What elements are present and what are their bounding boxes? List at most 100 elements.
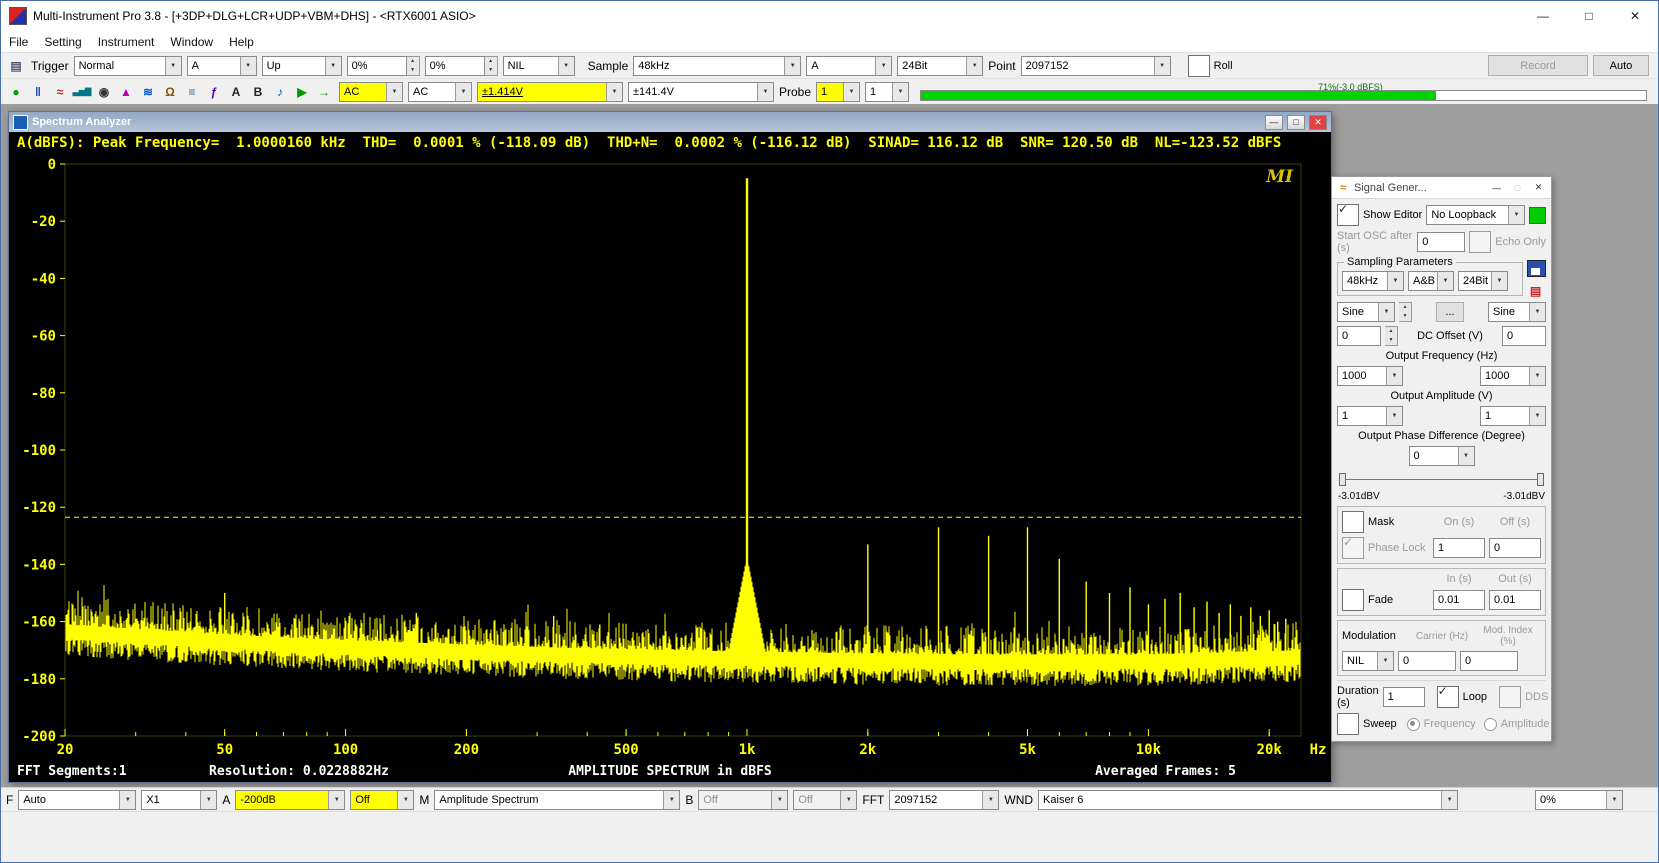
- frequency-a-select[interactable]: 1000▼: [1337, 366, 1403, 386]
- trigger-level-stepper[interactable]: 0%▲▼: [347, 56, 420, 76]
- auto-button[interactable]: Auto: [1593, 55, 1649, 76]
- sample-rate-select[interactable]: 48kHz▼: [633, 56, 801, 76]
- oscilloscope-icon[interactable]: ≈: [50, 82, 70, 102]
- show-editor-checkbox[interactable]: Show Editor: [1337, 204, 1422, 226]
- title-bar[interactable]: Multi-Instrument Pro 3.8 - [+3DP+DLG+LCR…: [1, 1, 1658, 31]
- overlap-select[interactable]: 0%▼: [1535, 790, 1623, 810]
- sound-output-icon[interactable]: ♪: [270, 82, 290, 102]
- sample-bits-select[interactable]: 24Bit▼: [897, 56, 983, 76]
- spinner-icon[interactable]: ▲▼: [485, 56, 498, 76]
- wave-b-select[interactable]: Sine▼: [1488, 302, 1546, 322]
- b-mode-select[interactable]: Off▼: [793, 790, 857, 810]
- mask-on-input[interactable]: 1: [1433, 538, 1485, 558]
- trigger-edge-select[interactable]: Up▼: [262, 56, 342, 76]
- derived-data-curve-icon[interactable]: ƒ: [204, 82, 224, 102]
- slider-thumb-b[interactable]: [1537, 473, 1544, 486]
- minimize-icon[interactable]: —: [1488, 180, 1505, 195]
- fade-in-input[interactable]: 0.01: [1433, 590, 1485, 610]
- fade-checkbox[interactable]: Fade: [1342, 589, 1429, 611]
- data-logger-icon[interactable]: ≋: [138, 82, 158, 102]
- slider-thumb-a[interactable]: [1339, 473, 1346, 486]
- save-icon[interactable]: [1527, 260, 1546, 277]
- label-a-icon[interactable]: A: [226, 82, 246, 102]
- device-test-plan-icon[interactable]: ≡: [182, 82, 202, 102]
- amplitude-slider[interactable]: [1339, 472, 1544, 487]
- channel-b-range-select[interactable]: ±141.4V▼: [628, 82, 774, 102]
- main-display-select[interactable]: Amplitude Spectrum▼: [434, 790, 680, 810]
- menu-window[interactable]: Window: [162, 33, 221, 51]
- dc-offset-a-input[interactable]: 0: [1337, 326, 1381, 346]
- amplitude-a-select[interactable]: 1▼: [1337, 406, 1403, 426]
- mod-index-input[interactable]: 0: [1460, 651, 1518, 671]
- minimize-icon[interactable]: —: [1520, 1, 1566, 31]
- mask-off-input[interactable]: 0: [1489, 538, 1541, 558]
- label-b-icon[interactable]: B: [248, 82, 268, 102]
- spectrum-analyzer-icon[interactable]: ▃▅▇: [72, 82, 92, 102]
- close-icon[interactable]: ✕: [1612, 1, 1658, 31]
- sample-points-select[interactable]: 2097152▼: [1021, 56, 1171, 76]
- maximize-icon[interactable]: □: [1509, 180, 1526, 195]
- gen-rate-select[interactable]: 48kHz▼: [1342, 271, 1404, 291]
- probe-a-select[interactable]: 1▼: [816, 82, 860, 102]
- channel-a-range-select[interactable]: ±1.414V▼: [477, 82, 623, 102]
- menu-file[interactable]: File: [1, 33, 36, 51]
- spinner-icon[interactable]: ▲▼: [407, 56, 420, 76]
- trigger-mode-select[interactable]: Normal▼: [74, 56, 182, 76]
- close-icon[interactable]: ✕: [1530, 180, 1547, 195]
- probe-b-select[interactable]: 1▼: [865, 82, 909, 102]
- maximize-icon[interactable]: □: [1566, 1, 1612, 31]
- sample-channel-select[interactable]: A▼: [806, 56, 892, 76]
- spectrum-3d-plot-icon[interactable]: ▲: [116, 82, 136, 102]
- gen-channels-select[interactable]: A&B▼: [1408, 271, 1454, 291]
- frequency-b-select[interactable]: 1000▼: [1480, 366, 1546, 386]
- dc-spinner-icon[interactable]: ▲▼: [1385, 326, 1398, 346]
- start-osc-input[interactable]: 0: [1417, 232, 1465, 252]
- a-range-select[interactable]: -200dB▼: [235, 790, 345, 810]
- zoom-select[interactable]: X1▼: [141, 790, 217, 810]
- echo-only-checkbox[interactable]: Echo Only: [1469, 231, 1546, 253]
- dds-checkbox[interactable]: DDS: [1499, 686, 1548, 708]
- mask-checkbox[interactable]: Mask: [1342, 511, 1429, 533]
- a-mode-select[interactable]: Off▼: [350, 790, 414, 810]
- loop-checkbox[interactable]: Loop: [1437, 686, 1487, 708]
- fft-size-select[interactable]: 2097152▼: [889, 790, 999, 810]
- b-range-select[interactable]: Off▼: [698, 790, 788, 810]
- trigger-coupling-select[interactable]: NIL▼: [503, 56, 575, 76]
- hold-icon[interactable]: ‖: [28, 82, 48, 102]
- lcr-meter-icon[interactable]: Ω: [160, 82, 180, 102]
- phase-lock-checkbox[interactable]: Phase Lock: [1342, 537, 1429, 559]
- fade-out-input[interactable]: 0.01: [1489, 590, 1541, 610]
- carrier-input[interactable]: 0: [1398, 651, 1456, 671]
- trigger-page-icon[interactable]: ▤: [6, 56, 26, 76]
- menu-setting[interactable]: Setting: [36, 33, 89, 51]
- close-icon[interactable]: ✕: [1309, 115, 1327, 130]
- wave-spinner-icon[interactable]: ▲▼: [1399, 302, 1412, 322]
- modulation-type-select[interactable]: NIL▼: [1342, 651, 1394, 671]
- gen-bits-select[interactable]: 24Bit▼: [1458, 271, 1508, 291]
- spectrum-window-titlebar[interactable]: Spectrum Analyzer — □ ✕: [9, 112, 1331, 132]
- dc-offset-b-input[interactable]: 0: [1502, 326, 1546, 346]
- sweep-frequency-radio[interactable]: Frequency: [1407, 718, 1476, 731]
- channel-a-coupling-select[interactable]: AC▼: [339, 82, 403, 102]
- loopback-select[interactable]: No Loopback▼: [1426, 205, 1525, 225]
- roll-checkbox[interactable]: Roll: [1188, 55, 1233, 77]
- sweep-checkbox[interactable]: Sweep: [1337, 713, 1397, 735]
- channel-b-coupling-select[interactable]: AC▼: [408, 82, 472, 102]
- amplitude-b-select[interactable]: 1▼: [1480, 406, 1546, 426]
- window-function-select[interactable]: Kaiser 6▼: [1038, 790, 1458, 810]
- wave-a-select[interactable]: Sine▼: [1337, 302, 1395, 322]
- restart-icon[interactable]: →: [314, 82, 334, 102]
- waveform-library-icon[interactable]: ▤: [1527, 283, 1544, 298]
- menu-help[interactable]: Help: [221, 33, 262, 51]
- menu-instrument[interactable]: Instrument: [90, 33, 163, 51]
- duration-input[interactable]: 1: [1383, 687, 1425, 707]
- output-on-indicator[interactable]: [1529, 207, 1546, 224]
- run-icon[interactable]: ●: [6, 82, 26, 102]
- sweep-amplitude-radio[interactable]: Amplitude: [1484, 718, 1550, 731]
- spectrum-plot[interactable]: 0-20-40-60-80-100-120-140-160-180-200205…: [9, 154, 1331, 782]
- signal-generator-titlebar[interactable]: ≈ Signal Gener... — □ ✕: [1332, 177, 1551, 199]
- play-icon[interactable]: ▶: [292, 82, 312, 102]
- phase-difference-select[interactable]: 0▼: [1409, 446, 1475, 466]
- trigger-delay-stepper[interactable]: 0%▲▼: [425, 56, 498, 76]
- record-button[interactable]: Record: [1488, 55, 1588, 76]
